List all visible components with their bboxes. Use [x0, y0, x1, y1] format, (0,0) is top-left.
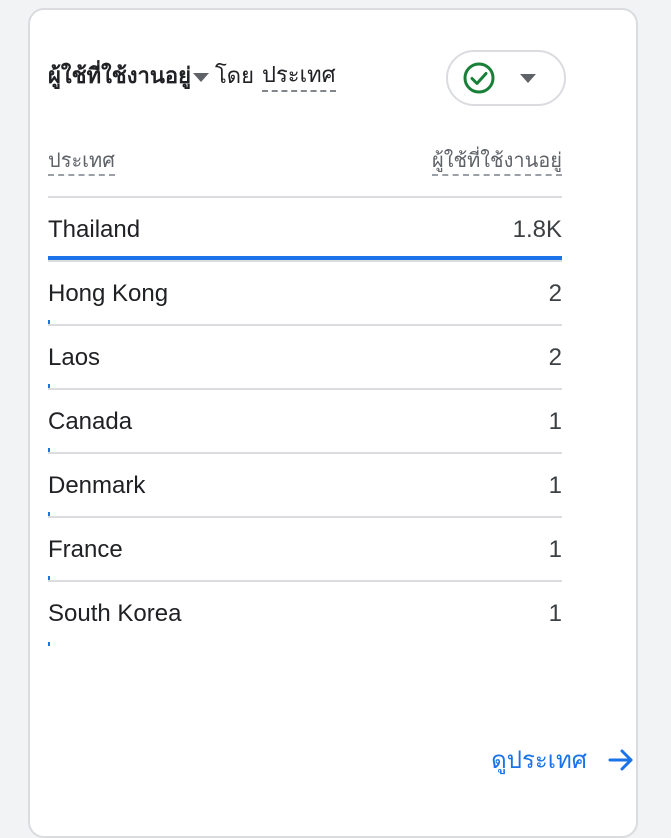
title-by-text: โดย — [214, 64, 254, 89]
value-bar-track — [48, 320, 562, 324]
column-header-country[interactable]: ประเทศ — [48, 146, 115, 176]
column-header-active-users[interactable]: ผู้ใช้ที่ใช้งานอยู่ — [432, 146, 562, 176]
table-row[interactable]: Canada 1 — [48, 390, 562, 454]
active-users-value: 1 — [548, 536, 562, 563]
value-bar-fill — [48, 576, 50, 580]
country-name: South Korea — [48, 600, 182, 627]
active-users-value: 1 — [548, 408, 562, 435]
country-name: France — [48, 536, 123, 563]
country-name: Denmark — [48, 472, 146, 499]
value-bar-track — [48, 512, 562, 516]
country-name: Canada — [48, 408, 133, 435]
value-bar-track — [48, 384, 562, 388]
value-bar-fill — [48, 512, 50, 516]
value-bar-track — [48, 576, 562, 580]
value-bar-fill — [48, 320, 50, 324]
comparison-status-dropdown[interactable] — [446, 50, 566, 106]
active-users-value: 1 — [548, 600, 562, 627]
view-countries-label: ดูประเทศ — [491, 746, 587, 774]
value-bar-track — [48, 448, 562, 452]
card-title: ผู้ใช้ที่ใช้งานอยู่ โดย ประเทศ — [48, 60, 336, 94]
country-table-rows: Thailand 1.8K Hong Kong 2 Laos 2 Canada 1 Denmar… — [48, 198, 562, 646]
table-row[interactable]: Thailand 1.8K — [48, 198, 562, 262]
active-users-value: 2 — [548, 280, 562, 307]
country-name: Thailand — [48, 216, 141, 243]
chevron-down-icon — [520, 73, 536, 83]
metric-dropdown-caret-icon[interactable] — [192, 72, 209, 82]
active-users-value: 1 — [548, 472, 562, 499]
card-header: ผู้ใช้ที่ใช้งานอยู่ โดย ประเทศ — [48, 50, 566, 110]
active-users-value: 1.8K — [512, 216, 562, 243]
value-bar-fill — [48, 642, 50, 646]
table-row[interactable]: Hong Kong 2 — [48, 262, 562, 326]
table-row[interactable]: France 1 — [48, 518, 562, 582]
arrow-right-icon — [608, 749, 633, 770]
table-column-headers: ประเทศ ผู้ใช้ที่ใช้งานอยู่ — [48, 138, 562, 190]
view-countries-link[interactable]: ดูประเทศ — [491, 740, 635, 779]
value-bar-fill — [48, 256, 562, 260]
value-bar-fill — [48, 384, 50, 388]
country-name: Hong Kong — [48, 280, 169, 307]
dimension-selector[interactable]: ประเทศ — [261, 62, 336, 92]
table-row[interactable]: Denmark 1 — [48, 454, 562, 518]
value-bar-track — [48, 642, 562, 646]
value-bar-fill — [48, 448, 50, 452]
value-bar-track — [48, 256, 562, 260]
table-row[interactable]: Laos 2 — [48, 326, 562, 390]
check-circle-icon — [463, 62, 495, 94]
table-row[interactable]: South Korea 1 — [48, 582, 562, 646]
country-name: Laos — [48, 344, 101, 371]
active-users-value: 2 — [548, 344, 562, 371]
metric-selector-label[interactable]: ผู้ใช้ที่ใช้งานอยู่ — [48, 60, 191, 94]
